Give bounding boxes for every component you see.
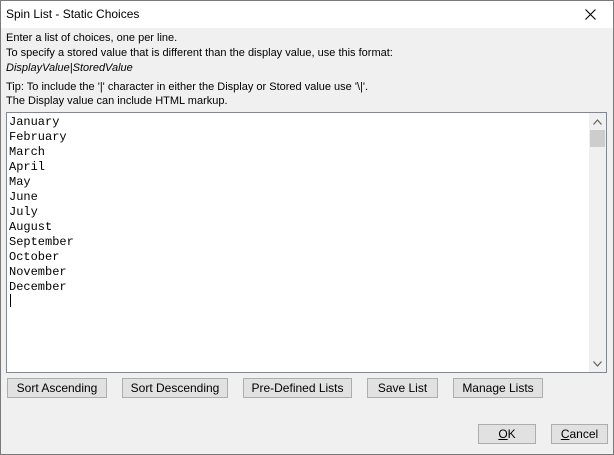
text-caret <box>10 294 11 307</box>
list-item: November <box>9 265 67 279</box>
list-item: December <box>9 280 67 294</box>
list-item: April <box>9 160 46 174</box>
cancel-button[interactable]: Cancel <box>551 424 608 444</box>
ok-label: K <box>507 427 516 441</box>
instruction-line-2: To specify a stored value that is differ… <box>6 47 393 59</box>
scroll-down-button[interactable] <box>589 355 606 372</box>
list-item: January <box>9 115 60 129</box>
list-item: June <box>9 190 38 204</box>
choices-textarea[interactable]: January February March April May June Ju… <box>6 112 607 373</box>
list-item: July <box>9 205 38 219</box>
window-title: Spin List - Static Choices <box>6 7 140 21</box>
close-icon <box>584 9 596 20</box>
sort-descending-button[interactable]: Sort Descending <box>122 378 228 398</box>
title-bar: Spin List - Static Choices <box>1 1 613 28</box>
predefined-lists-button[interactable]: Pre-Defined Lists <box>243 378 352 398</box>
list-item: August <box>9 220 53 234</box>
spin-list-dialog: Spin List - Static Choices Enter a list … <box>0 0 614 455</box>
choices-list: January February March April May June Ju… <box>9 115 591 295</box>
instruction-line-1: Enter a list of choices, one per line. <box>6 32 178 44</box>
scroll-up-button[interactable] <box>589 113 606 130</box>
ok-button[interactable]: OK <box>478 424 536 444</box>
list-item: February <box>9 130 67 144</box>
list-item: May <box>9 175 31 189</box>
ok-accelerator: O <box>498 427 508 441</box>
vertical-scrollbar[interactable] <box>589 113 606 372</box>
sort-ascending-button[interactable]: Sort Ascending <box>7 378 107 398</box>
format-example: DisplayValue|StoredValue <box>6 62 133 74</box>
chevron-up-icon <box>593 118 602 125</box>
save-list-button[interactable]: Save List <box>367 378 438 398</box>
list-item: March <box>9 145 46 159</box>
html-markup-note: The Display value can include HTML marku… <box>6 95 228 107</box>
close-button[interactable] <box>567 1 613 28</box>
tip-line: Tip: To include the '|' character in eit… <box>6 81 369 93</box>
scroll-thumb[interactable] <box>590 130 605 147</box>
list-item: October <box>9 250 60 264</box>
list-item: September <box>9 235 74 249</box>
manage-lists-button[interactable]: Manage Lists <box>453 378 543 398</box>
chevron-down-icon <box>593 360 602 367</box>
cancel-label: ancel <box>569 427 599 441</box>
